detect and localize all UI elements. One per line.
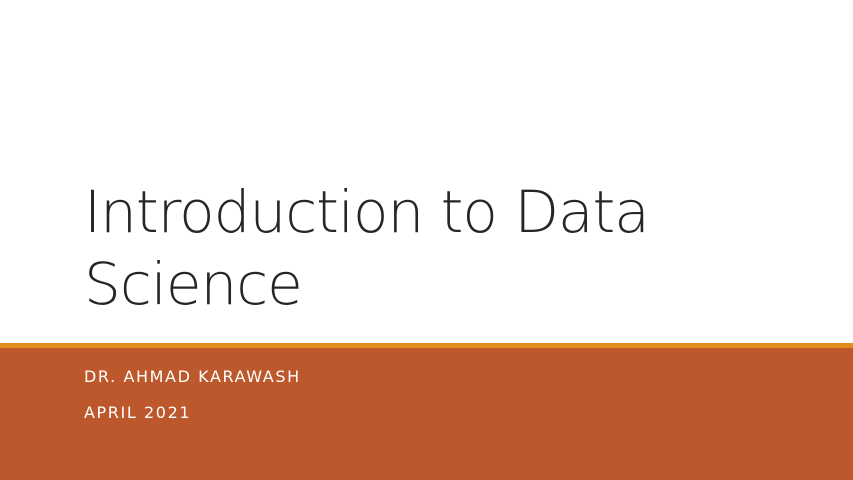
author-subtitle: DR. AHMAD KARAWASH [84, 367, 301, 386]
title-area: Introduction to Data Science [84, 176, 824, 320]
title-slide: Introduction to Data Science DR. AHMAD K… [0, 0, 853, 480]
slide-title-line-2: Science [84, 250, 303, 318]
date-subtitle: APRIL 2021 [84, 403, 192, 422]
slide-title: Introduction to Data Science [84, 176, 824, 320]
slide-title-line-1: Introduction to Data [84, 178, 650, 246]
